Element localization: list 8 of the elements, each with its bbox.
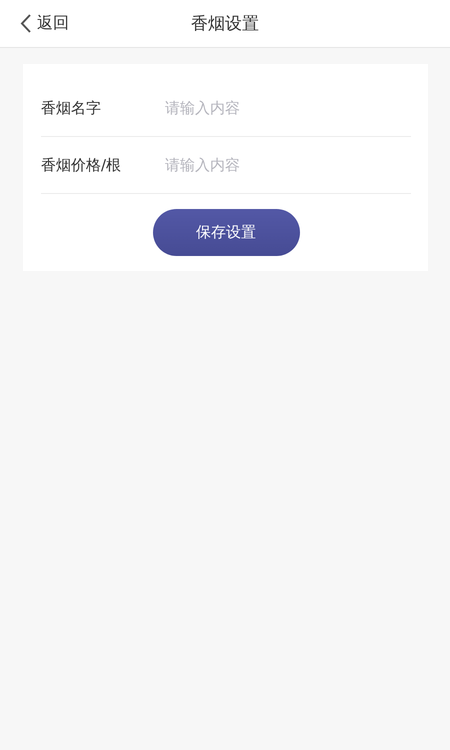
input-field[interactable]: 请输入内容 <box>165 156 411 174</box>
chevron-left-icon <box>20 14 31 33</box>
input-field[interactable]: 请输入内容 <box>165 99 411 117</box>
page-title: 香烟设置 <box>191 13 259 35</box>
field-label: 香烟价格/根 <box>41 156 122 174</box>
back-button[interactable]: 返回 <box>0 12 75 35</box>
field-label: 香烟名字 <box>41 98 102 118</box>
save-button[interactable]: 保存设置 <box>152 209 300 256</box>
